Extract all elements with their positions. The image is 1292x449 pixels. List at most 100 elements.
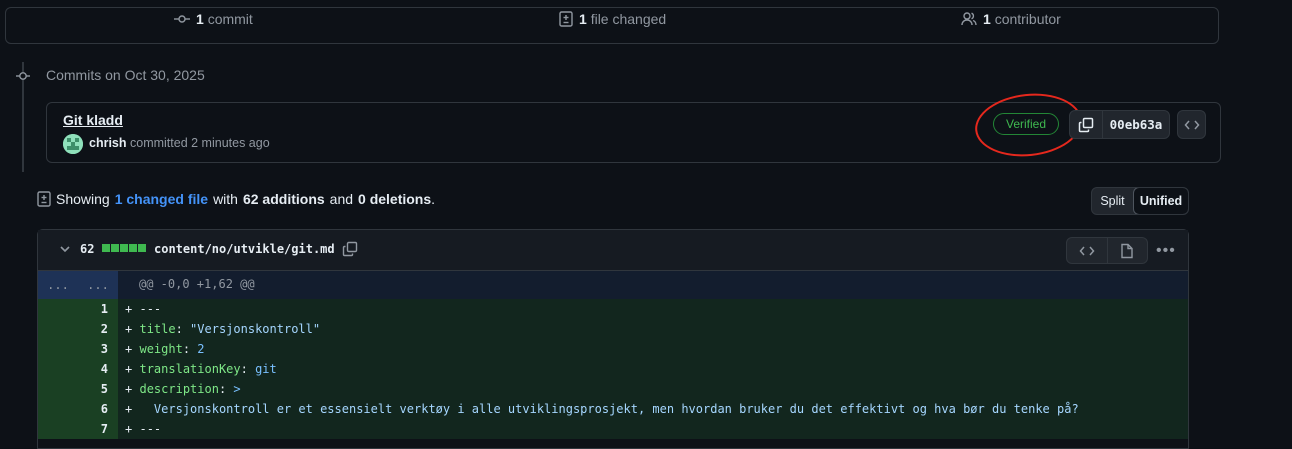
file-diff-icon: [37, 191, 51, 207]
code-key: translationKey: [139, 362, 241, 376]
code-line: + ---: [118, 419, 161, 439]
line-number-gutter: 6: [38, 399, 118, 419]
hunk-expand-new[interactable]: ...: [78, 271, 118, 299]
line-number-gutter: 3: [38, 339, 118, 359]
code-line: + title: "Versjonskontroll": [118, 319, 320, 339]
code-value: "Versjonskontroll": [190, 322, 321, 336]
addition-marker: +: [125, 362, 133, 376]
view-source-button[interactable]: [1067, 238, 1108, 263]
diff-line: 6 + Versjonskontroll er et essensielt ver…: [38, 399, 1188, 419]
avatar[interactable]: [63, 134, 83, 154]
with-text: with: [213, 191, 238, 207]
line-number-gutter: 7: [38, 419, 118, 439]
line-number[interactable]: 3: [78, 339, 118, 359]
copy-icon[interactable]: [342, 241, 358, 257]
hunk-expand-gutter[interactable]: ... ...: [38, 271, 118, 299]
code-value: 2: [197, 342, 205, 356]
contributors-link[interactable]: 1 contributor: [961, 0, 1061, 37]
commits-label: commit: [207, 10, 253, 27]
changed-files-link[interactable]: 1 changed file: [115, 191, 208, 207]
code-line: + description: >: [118, 379, 241, 399]
code-line: + weight: 2: [118, 339, 205, 359]
unified-view-button[interactable]: Unified: [1133, 188, 1188, 214]
view-file-button[interactable]: [1108, 238, 1148, 263]
line-number[interactable]: 5: [78, 379, 118, 399]
addition-marker: +: [125, 342, 133, 356]
commit-time: committed 2 minutes ago: [130, 136, 270, 150]
line-number-gutter: 4: [38, 359, 118, 379]
diff-line: 4 + translationKey: git: [38, 359, 1188, 379]
code-separator: :: [218, 382, 234, 396]
commit-sha-link[interactable]: 00eb63a: [1103, 111, 1169, 138]
code-value: git: [255, 362, 277, 376]
line-number[interactable]: 6: [78, 399, 118, 419]
line-number[interactable]: 4: [78, 359, 118, 379]
author-name[interactable]: chrish: [89, 136, 127, 150]
file-diff-icon: [559, 10, 573, 27]
code-separator: :: [240, 362, 256, 376]
diff-summary: Showing 1 changed file with 62 additions…: [37, 191, 435, 207]
commits-count: 1: [196, 10, 204, 27]
hunk-header: @@ -0,0 +1,62 @@: [139, 277, 255, 291]
line-number-gutter: 2: [38, 319, 118, 339]
files-changed-link[interactable]: 1 file changed: [559, 0, 666, 37]
showing-prefix: Showing: [56, 191, 110, 207]
code-key: description: [139, 382, 219, 396]
kebab-menu-icon[interactable]: •••: [1156, 242, 1176, 260]
diff-line: 1 + ---: [38, 299, 1188, 319]
chevron-down-icon[interactable]: [58, 242, 72, 256]
and-text: and: [329, 191, 354, 207]
code-line: + ---: [118, 299, 161, 319]
diff-line: 2 + title: "Versjonskontroll": [38, 319, 1188, 339]
line-number[interactable]: 2: [78, 319, 118, 339]
addition-marker: +: [125, 422, 133, 436]
deletions-count: 0 deletions: [358, 191, 432, 207]
files-label: file changed: [590, 10, 667, 27]
split-view-button[interactable]: Split: [1092, 188, 1133, 214]
addition-marker: +: [125, 322, 133, 336]
file-view-buttons: [1066, 237, 1148, 264]
contributors-count: 1: [983, 10, 991, 27]
diff-view-toggle: Split Unified: [1091, 187, 1189, 215]
copy-icon: [1078, 117, 1094, 132]
commits-date-heading: Commits on Oct 30, 2025: [46, 67, 205, 83]
additions-count: 62 additions: [242, 191, 325, 207]
code-key: ---: [139, 422, 162, 436]
browse-code-button[interactable]: [1177, 110, 1206, 139]
code-line: + Versjonskontroll er et essensielt verk…: [118, 399, 1079, 419]
code-value: Versjonskontroll er et essensielt verktø…: [139, 402, 1079, 416]
people-icon: [961, 11, 977, 25]
commit-title-link[interactable]: Git kladd: [63, 112, 123, 128]
code-key: weight: [139, 342, 183, 356]
addition-marker: +: [125, 302, 133, 316]
contributors-label: contributor: [994, 10, 1061, 27]
code-value: >: [233, 382, 241, 396]
code-key: ---: [139, 302, 162, 316]
git-commit-icon: [16, 72, 30, 80]
sha-button-group: 00eb63a: [1069, 110, 1170, 139]
addition-marker: +: [125, 382, 133, 396]
hunk-expand-old[interactable]: ...: [38, 271, 78, 299]
files-count: 1: [579, 10, 587, 27]
code-separator: :: [182, 342, 198, 356]
line-number-gutter: 1: [38, 299, 118, 319]
git-commit-icon: [174, 14, 190, 23]
diffstat-bar: [102, 244, 146, 252]
diff-line: 5 + description: >: [38, 379, 1188, 399]
code-icon: [1079, 246, 1095, 255]
line-number[interactable]: 7: [78, 419, 118, 439]
code-icon: [1184, 120, 1199, 129]
summary-suffix: .: [431, 191, 436, 207]
file-icon: [1121, 243, 1133, 258]
copy-sha-button[interactable]: [1070, 111, 1103, 138]
file-path-link[interactable]: content/no/utvikle/git.md: [154, 242, 335, 256]
addition-marker: +: [125, 402, 133, 416]
diff-line: 3 + weight: 2: [38, 339, 1188, 359]
line-number[interactable]: 1: [78, 299, 118, 319]
commits-count-link[interactable]: 1 commit: [174, 0, 253, 37]
line-number-gutter: 5: [38, 379, 118, 399]
code-key: title: [139, 322, 176, 336]
code-line: + translationKey: git: [118, 359, 277, 379]
code-separator: :: [175, 322, 191, 336]
commit-meta: chrish committed 2 minutes ago: [89, 136, 270, 150]
